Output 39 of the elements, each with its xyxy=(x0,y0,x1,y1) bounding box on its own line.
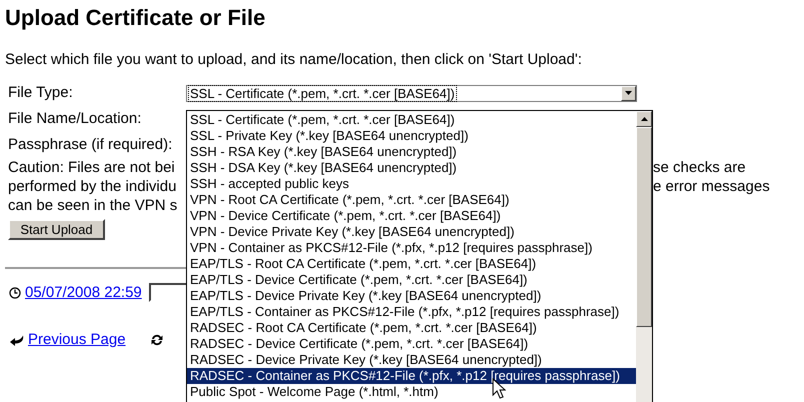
caution-text: performed by the individu xyxy=(8,178,176,195)
dropdown-option[interactable]: EAP/TLS - Device Certificate (*.pem, *.crt. *.cer [BASE64]) xyxy=(187,272,636,288)
dropdown-option[interactable]: SSL - Certificate (*.pem, *.crt. *.cer [BASE64]) xyxy=(187,112,636,128)
dropdown-option[interactable]: RADSEC - Root CA Certificate (*.pem, *.crt. *.cer [BASE64]) xyxy=(187,320,636,336)
dropdown-option[interactable]: Public Spot - Welcome Page (*.html, *.htm) xyxy=(187,384,636,400)
field-label: Passphrase (if required): xyxy=(7,136,172,154)
dropdown-option[interactable]: VPN - Container as PKCS#12-File (*.pfx, *.p12 [requires passphrase]) xyxy=(187,240,636,256)
dropdown-option[interactable]: EAP/TLS - Root CA Certificate (*.pem, *.crt. *.cer [BASE64]) xyxy=(187,256,636,272)
previous-page-link[interactable]: Previous Page xyxy=(28,331,126,349)
dropdown-option[interactable]: EAP/TLS - Device Private Key (*.key [BASE64 unencrypted]) xyxy=(187,288,636,304)
text-field[interactable] xyxy=(148,283,189,302)
dropdown-option[interactable]: EAP/TLS - Container as PKCS#12-File (*.pfx, *.p12 [requires passphrase]) xyxy=(187,304,636,320)
dropdown-option[interactable]: SSL - Private Key (*.key [BASE64 unencrypted]) xyxy=(187,128,636,144)
scrollbar[interactable] xyxy=(636,111,652,402)
dropdown-option[interactable]: VPN - Root CA Certificate (*.pem, *.crt. *.cer [BASE64]) xyxy=(187,192,636,208)
field-label: File Name/Location: xyxy=(7,110,142,128)
caution-text: e error messages xyxy=(653,177,770,196)
back-arrow-icon xyxy=(9,333,25,347)
dropdown-option[interactable]: SSH - DSA Key (*.key [BASE64 unencrypted]) xyxy=(187,160,636,176)
refresh-icon[interactable] xyxy=(150,333,164,347)
dropdown-option[interactable]: RADSEC - Device Certificate (*.pem, *.crt. *.cer [BASE64]) xyxy=(187,336,636,352)
clock-icon xyxy=(9,286,21,298)
file-type-select[interactable]: SSL - Certificate (*.pem, *.crt. *.cer [BASE64]) xyxy=(186,84,637,102)
dropdown-option[interactable]: SSH - RSA Key (*.key [BASE64 unencrypted]) xyxy=(187,144,636,160)
dropdown-option[interactable]: VPN - Device Certificate (*.pem, *.crt. *.cer [BASE64]) xyxy=(187,208,636,224)
caution-text: se checks are xyxy=(653,158,746,177)
page-title: Upload Certificate or File xyxy=(5,4,266,32)
caution-text: can be seen in the VPN s xyxy=(8,197,178,214)
caution-text: Caution: Files are not bei xyxy=(8,159,175,176)
scrollbar-thumb[interactable] xyxy=(636,127,652,327)
timestamp-link[interactable]: 05/07/2008 22:59 xyxy=(25,284,142,302)
dropdown-option[interactable]: RADSEC - Container as PKCS#12-File (*.pfx, *.p12 [requires passphrase]) xyxy=(187,368,636,384)
dropdown-option[interactable]: RADSEC - Device Private Key (*.key [BASE64 unencrypted]) xyxy=(187,352,636,368)
dropdown-option[interactable]: SSH - accepted public keys xyxy=(187,176,636,192)
dropdown-option[interactable]: VPN - Device Private Key (*.key [BASE64 unencrypted]) xyxy=(187,224,636,240)
field-label: File Type: xyxy=(7,82,74,103)
instruction-text: Select which file you want to upload, and its name/location, then click on 'Start Upload': xyxy=(5,50,582,70)
start-upload-button[interactable]: Start Upload xyxy=(8,219,105,240)
scroll-up-icon[interactable] xyxy=(636,111,652,127)
